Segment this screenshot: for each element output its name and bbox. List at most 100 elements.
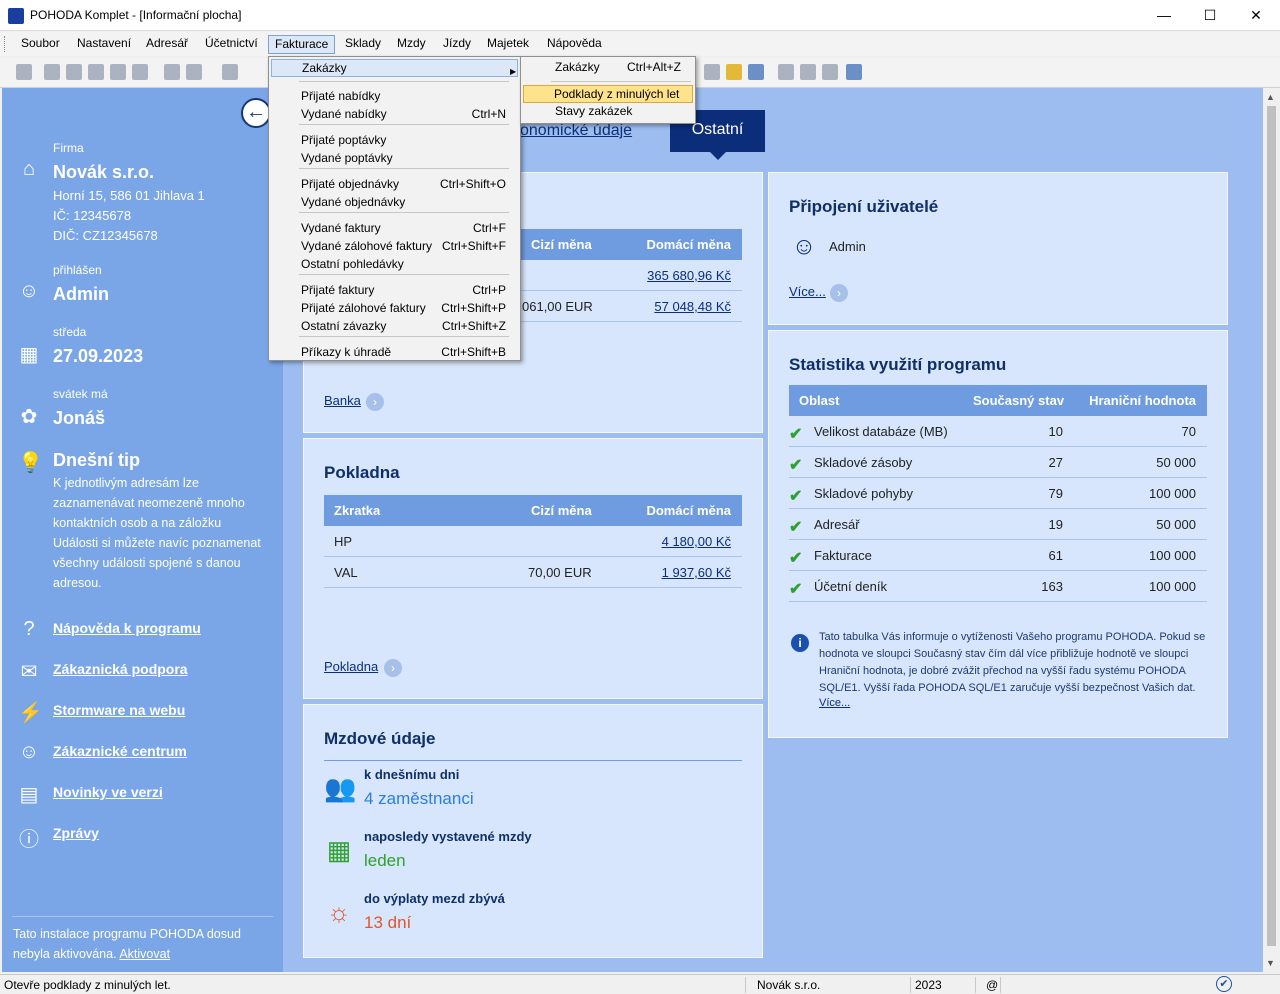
table-row[interactable]: ✔ Skladové zásoby 27 50 000	[789, 447, 1207, 478]
stat-area: Adresář	[814, 517, 860, 532]
check-icon: ✔	[789, 581, 803, 598]
toolbar-icon[interactable]	[88, 64, 104, 80]
menu-majetek[interactable]: Majetek	[481, 35, 535, 54]
pokladna-link[interactable]: Pokladna	[324, 659, 378, 674]
close-button[interactable]: ✕	[1233, 5, 1279, 27]
submenu-podklady[interactable]: Podklady z minulých let	[523, 85, 693, 103]
menu-item[interactable]: Ostatní závazky Ctrl+Shift+Z	[271, 318, 518, 336]
table-row[interactable]: ✔ Adresář 19 50 000	[789, 509, 1207, 540]
menu-item[interactable]: Přijaté poptávky	[271, 132, 518, 150]
check-icon: ✔	[789, 519, 803, 536]
firma-address: Horní 15, 586 01 Jihlava 1	[53, 188, 205, 203]
col-domaci-mena: Domácí měna	[646, 503, 731, 518]
toolbar-icon[interactable]	[164, 64, 180, 80]
menu-jizdy[interactable]: Jízdy	[437, 35, 477, 54]
menu-bar: Soubor Nastavení Adresář Účetnictví Fakt…	[0, 32, 1280, 56]
table-row[interactable]: ✔ Velikost databáze (MB) 10 70	[789, 416, 1207, 447]
link-novinky[interactable]: Novinky ve verzi	[53, 784, 163, 800]
link-zpravy[interactable]: Zprávy	[53, 825, 99, 841]
menu-item-zakazky[interactable]: Zakázky ▶	[271, 59, 518, 77]
toolbar-icon[interactable]	[778, 64, 794, 80]
toolbar-icon[interactable]	[110, 64, 126, 80]
help-icon[interactable]	[846, 64, 862, 80]
table-row[interactable]: ✔ Účetní deník 163 100 000	[789, 571, 1207, 602]
menu-item[interactable]: Přijaté faktury Ctrl+P	[271, 282, 518, 300]
cash-code: VAL	[334, 565, 358, 580]
menu-item[interactable]: Příkazy k úhradě Ctrl+Shift+B	[271, 344, 518, 362]
col-oblast: Oblast	[799, 393, 840, 408]
pokladna-header: Zkratka Cizí měna Domácí měna	[324, 495, 742, 526]
menu-nastaveni[interactable]: Nastavení	[71, 35, 137, 54]
toolbar-icon[interactable]	[222, 64, 238, 80]
domestic-amount[interactable]: 1 937,60 Kč	[662, 565, 731, 580]
menu-ucetnictvi[interactable]: Účetnictví	[199, 35, 264, 54]
menu-item[interactable]: Vydané objednávky	[271, 194, 518, 212]
menu-adresar[interactable]: Adresář	[140, 35, 194, 54]
link-podpora[interactable]: Zákaznická podpora	[53, 661, 188, 677]
table-row[interactable]: VAL 70,00 EUR 1 937,60 Kč	[324, 557, 742, 588]
toolbar-icon[interactable]	[800, 64, 816, 80]
status-bar: Otevře podklady z minulých let. Novák s.…	[0, 974, 1280, 994]
maximize-button[interactable]: ☐	[1187, 5, 1233, 27]
link-web[interactable]: Stormware na webu	[53, 702, 185, 718]
tab-ekonomicke-udaje[interactable]: onomické údaje	[520, 122, 632, 140]
menu-separator	[299, 81, 509, 82]
menu-item[interactable]: Přijaté objednávky Ctrl+Shift+O	[271, 176, 518, 194]
link-centrum[interactable]: Zákaznické centrum	[53, 743, 187, 759]
users-more-link[interactable]: Více...	[789, 284, 826, 299]
iban-icon[interactable]	[748, 64, 764, 80]
menu-item[interactable]: Vydané faktury Ctrl+F	[271, 220, 518, 238]
arrow-right-icon[interactable]: ›	[384, 659, 402, 677]
domestic-amount[interactable]: 4 180,00 Kč	[662, 534, 731, 549]
menu-item[interactable]: Ostatní pohledávky	[271, 256, 518, 274]
toolbar-icon[interactable]	[16, 64, 32, 80]
scroll-down-icon[interactable]: ▼	[1266, 958, 1275, 968]
domestic-amount[interactable]: 365 680,96 Kč	[647, 268, 731, 283]
back-button[interactable]: ←	[241, 98, 271, 128]
toolbar-icon[interactable]	[66, 64, 82, 80]
menu-fakturace[interactable]: Fakturace	[268, 35, 336, 54]
menu-item-label: Příkazy k úhradě	[301, 345, 392, 359]
scrollbar-thumb[interactable]	[1267, 106, 1276, 946]
menu-mzdy[interactable]: Mzdy	[391, 35, 432, 54]
menu-napoveda[interactable]: Nápověda	[541, 35, 608, 54]
banka-link[interactable]: Banka	[324, 393, 361, 408]
toolbar-icon[interactable]	[822, 64, 838, 80]
svatek-name: Jonáš	[53, 408, 106, 428]
info-icon: i	[791, 634, 809, 652]
link-napoveda[interactable]: Nápověda k programu	[53, 620, 201, 636]
envelope-icon: ✉	[20, 661, 38, 683]
table-row[interactable]: ✔ Skladové pohyby 79 100 000	[789, 478, 1207, 509]
stats-info-text: Tato tabulka Vás informuje o vytíženosti…	[819, 631, 1206, 694]
user-icon: ☺	[18, 280, 40, 302]
menu-shortcut: Ctrl+P	[472, 283, 506, 297]
table-row[interactable]: HP 4 180,00 Kč	[324, 526, 742, 557]
scroll-up-icon[interactable]: ▲	[1266, 92, 1275, 102]
toolbar-icon[interactable]	[132, 64, 148, 80]
activate-link[interactable]: Aktivovat	[119, 947, 170, 961]
toolbar-icon[interactable]	[186, 64, 202, 80]
coins-icon[interactable]	[726, 64, 742, 80]
calculator-icon[interactable]	[704, 64, 720, 80]
stat-limit: 50 000	[1156, 517, 1196, 532]
arrow-right-icon[interactable]: ›	[830, 284, 848, 302]
submenu-stavy-zakazek[interactable]: Stavy zakázek	[523, 103, 693, 121]
stats-more-link[interactable]: Více...	[819, 697, 850, 709]
menu-item[interactable]: Vydané poptávky	[271, 150, 518, 168]
vertical-scrollbar[interactable]: ▲ ▼	[1263, 88, 1280, 972]
menu-item[interactable]: Přijaté zálohové faktury Ctrl+Shift+P	[271, 300, 518, 318]
toolbar-icon[interactable]	[44, 64, 60, 80]
menu-item[interactable]: Vydané nabídky Ctrl+N	[271, 106, 518, 124]
menu-sklady[interactable]: Sklady	[339, 35, 387, 54]
table-row[interactable]: ✔ Fakturace 61 100 000	[789, 540, 1207, 571]
domestic-amount[interactable]: 57 048,48 Kč	[654, 299, 731, 314]
mzdy-panel: Mzdové údaje 👥 k dnešnímu dni 4 zaměstna…	[303, 704, 763, 958]
minimize-button[interactable]: —	[1141, 5, 1187, 27]
menu-soubor[interactable]: Soubor	[15, 35, 66, 54]
menu-item[interactable]: Přijaté nabídky	[271, 88, 518, 106]
menu-item[interactable]: Vydané zálohové faktury Ctrl+Shift+F	[271, 238, 518, 256]
submenu-zakazky[interactable]: Zakázky Ctrl+Alt+Z	[523, 59, 693, 77]
arrow-right-icon[interactable]: ›	[366, 393, 384, 411]
employees-label: k dnešnímu dni	[364, 767, 460, 782]
menu-item-label: Přijaté poptávky	[301, 133, 387, 147]
